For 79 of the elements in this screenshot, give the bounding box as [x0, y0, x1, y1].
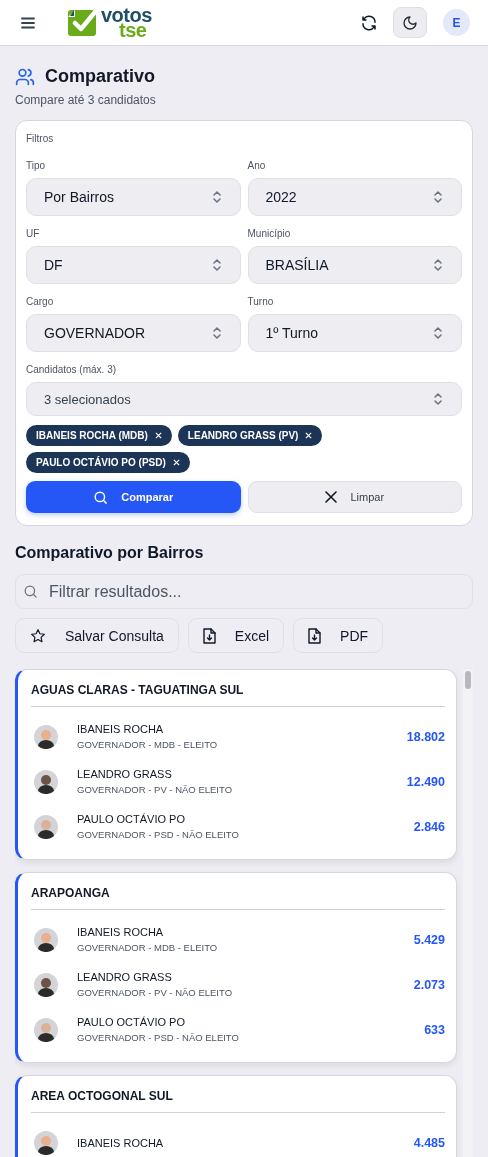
candidate-name: LEANDRO GRASS — [77, 768, 173, 780]
scrollbar-thumb[interactable] — [465, 671, 471, 689]
chevrons-icon — [433, 258, 443, 272]
users-icon — [15, 66, 35, 87]
vote-count: 4.485 — [413, 1135, 445, 1150]
filters-title: Filtros — [26, 133, 55, 144]
file-download-icon — [308, 627, 322, 644]
select-field[interactable]: BRASÍLIA — [247, 246, 462, 284]
select-field[interactable]: GOVERNADOR — [26, 314, 241, 352]
search-field[interactable]: Filtrar resultados... — [15, 574, 473, 609]
field-label: Tipo — [26, 160, 47, 171]
candidate-name: IBANEIS ROCHA — [77, 926, 165, 938]
file-download-icon — [202, 627, 216, 644]
candidate-name: IBANEIS ROCHA — [77, 723, 165, 735]
compare-button[interactable]: Comparar — [26, 481, 241, 513]
logo-icon — [68, 7, 98, 38]
section-title: Comparativo por Bairros — [15, 544, 205, 562]
close-icon[interactable] — [305, 432, 313, 439]
candidate-name: PAULO OCTÁVIO PO — [77, 813, 186, 825]
vote-count: 18.802 — [406, 729, 445, 744]
field-label: Turno — [247, 296, 275, 307]
user-avatar[interactable]: E — [443, 9, 470, 36]
field-label: Candidatos (máx. 3) — [26, 364, 118, 375]
candidate-detail: GOVERNADOR - MDB - ELEITO — [77, 739, 219, 750]
avatar-icon — [34, 724, 58, 749]
star-icon — [30, 627, 46, 644]
avatar-icon — [34, 1017, 58, 1042]
export-button[interactable]: PDF — [293, 618, 384, 653]
avatar-icon — [34, 972, 58, 997]
chevrons-icon — [211, 190, 222, 204]
vote-count: 2.073 — [413, 977, 445, 992]
field-label: Cargo — [26, 296, 55, 307]
chevrons-icon — [211, 258, 222, 272]
chevrons-icon — [433, 190, 443, 204]
avatar-icon — [34, 927, 58, 952]
candidate-detail: GOVERNADOR - PSD - NÃO ELEITO — [77, 1032, 240, 1043]
area-name: AREA OCTOGONAL SUL — [31, 1076, 445, 1113]
select-field[interactable]: Por Bairros — [26, 178, 241, 216]
clear-button[interactable]: Limpar — [247, 481, 462, 513]
candidate-detail: GOVERNADOR - MDB - ELEITO — [77, 942, 219, 953]
vote-count: 633 — [424, 1022, 445, 1037]
chip-label: IBANEIS ROCHA (MDB) — [36, 430, 148, 441]
vote-count: 5.429 — [413, 932, 445, 947]
brand-name: votos — [101, 7, 152, 23]
chip-label: LEANDRO GRASS (PV) — [187, 430, 299, 441]
moon-icon — [402, 14, 418, 31]
chip-label: PAULO OCTÁVIO PO (PSD) — [36, 457, 166, 468]
select-field[interactable]: DF — [26, 246, 241, 284]
close-icon[interactable] — [154, 432, 162, 439]
field-label: Ano — [247, 160, 267, 171]
select-field[interactable]: 3 selecionados — [26, 382, 462, 416]
candidate-detail: GOVERNADOR - PSD - NÃO ELEITO — [77, 829, 240, 840]
area-name: ARAPOANGA — [31, 873, 445, 910]
chevrons-icon — [433, 392, 443, 406]
candidate-name: PAULO OCTÁVIO PO — [77, 1016, 186, 1028]
save-button[interactable]: Salvar Consulta — [15, 618, 179, 653]
vote-count: 2.846 — [413, 819, 445, 834]
chevrons-icon — [433, 326, 443, 340]
export-button[interactable]: Excel — [187, 618, 285, 653]
candidate-name: LEANDRO GRASS — [77, 971, 173, 983]
dark-mode-button[interactable] — [393, 7, 427, 38]
search-icon — [93, 489, 109, 505]
avatar-icon — [34, 814, 58, 839]
select-field[interactable]: 2022 — [247, 178, 462, 216]
page-subtitle: Compare até 3 candidatos — [15, 93, 157, 107]
close-icon — [325, 491, 338, 503]
avatar-icon — [34, 769, 58, 794]
field-label: Município — [247, 228, 292, 239]
close-icon[interactable] — [172, 459, 180, 466]
brand-name: tse — [119, 22, 147, 38]
chevrons-icon — [211, 326, 222, 340]
area-name: AGUAS CLARAS - TAGUATINGA SUL — [31, 670, 445, 707]
page-title: Comparativo — [45, 66, 156, 87]
vote-count: 12.490 — [406, 774, 445, 789]
select-field[interactable]: 1º Turno — [247, 314, 462, 352]
field-label: UF — [26, 228, 41, 239]
candidate-name: IBANEIS ROCHA — [77, 1136, 165, 1149]
candidate-detail: GOVERNADOR - PV - NÃO ELEITO — [77, 987, 234, 998]
candidate-detail: GOVERNADOR - PV - NÃO ELEITO — [77, 784, 234, 795]
